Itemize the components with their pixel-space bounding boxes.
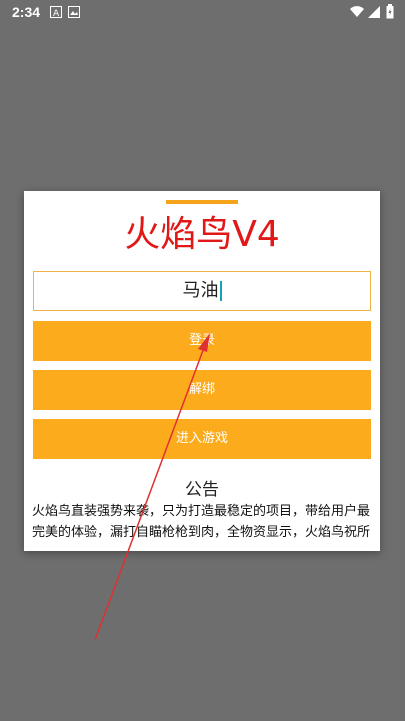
arrow-line	[94, 344, 206, 641]
annotation-arrow	[94, 333, 210, 641]
arrow-head	[198, 333, 210, 352]
